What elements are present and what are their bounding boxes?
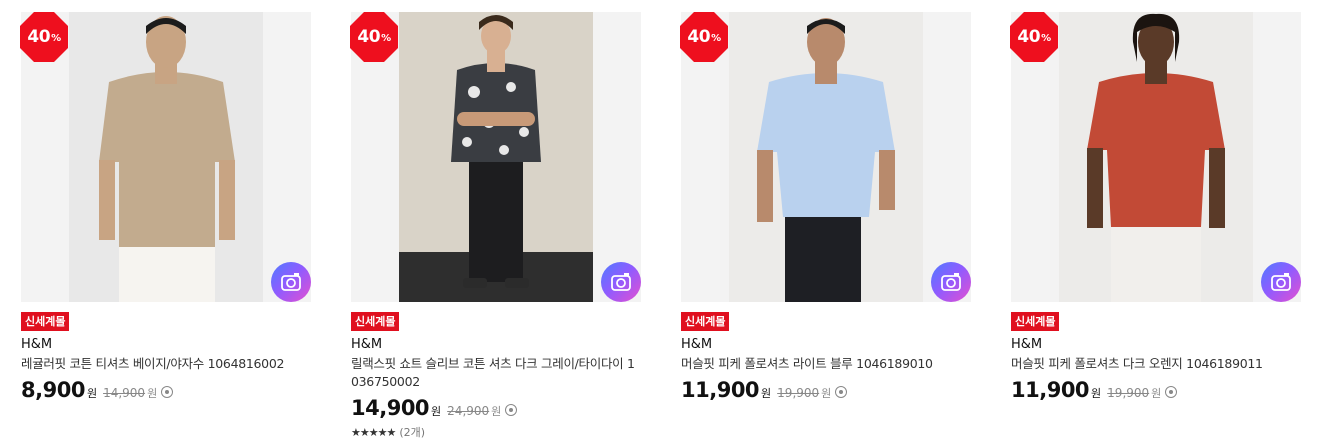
- store-tag: 신세계몰: [681, 312, 730, 331]
- discount-value: 40: [687, 27, 711, 47]
- product-card[interactable]: 40% 신세계몰 H&M 머슬핏 피케 폴로셔츠 라이트 블루 10461890…: [680, 12, 971, 402]
- discount-badge: 40%: [680, 12, 728, 62]
- price-info-icon[interactable]: [835, 386, 848, 398]
- store-tag: 신세계몰: [351, 312, 400, 331]
- store-tag: 신세계몰: [1011, 312, 1060, 331]
- original-currency: 원: [821, 387, 832, 400]
- original-price: 24,900: [447, 404, 490, 418]
- price-row: 14,900 원 24,900 원: [351, 396, 641, 420]
- product-brand[interactable]: H&M: [681, 337, 971, 352]
- store-tag: 신세계몰: [21, 312, 70, 331]
- camera-icon: [281, 273, 301, 291]
- discount-value: 40: [1017, 27, 1041, 47]
- discount-unit: %: [711, 33, 721, 44]
- product-image-area[interactable]: 40%: [680, 12, 971, 302]
- camera-icon: [1271, 273, 1291, 291]
- original-currency: 원: [1151, 387, 1162, 400]
- currency: 원: [761, 387, 772, 400]
- camera-icon: [611, 273, 631, 291]
- product-brand[interactable]: H&M: [1011, 337, 1301, 352]
- original-price: 14,900: [103, 386, 146, 400]
- product-brand[interactable]: H&M: [351, 337, 641, 352]
- price-info-icon[interactable]: [505, 404, 518, 416]
- product-name[interactable]: 머슬핏 피케 폴로셔츠 라이트 블루 1046189010: [681, 355, 971, 373]
- camera-search-button[interactable]: [1261, 262, 1301, 302]
- product-card[interactable]: 40% 신세계몰 H&M 머슬핏 피케 폴로셔츠 다크 오렌지 10461890…: [1010, 12, 1301, 402]
- product-photo[interactable]: [729, 12, 923, 302]
- currency: 원: [431, 405, 442, 418]
- price-row: 8,900 원 14,900 원: [21, 378, 311, 402]
- camera-search-button[interactable]: [601, 262, 641, 302]
- currency: 원: [1091, 387, 1102, 400]
- discount-unit: %: [1041, 33, 1051, 44]
- sale-price: 8,900: [21, 378, 85, 402]
- original-price: 19,900: [1107, 386, 1150, 400]
- sale-price: 11,900: [681, 378, 760, 402]
- original-currency: 원: [147, 387, 158, 400]
- discount-unit: %: [51, 33, 61, 44]
- product-card[interactable]: 40% 신세계몰 H&M 레귤러핏 코튼 티셔츠 베이지/야자수 1064816…: [20, 12, 311, 402]
- discount-unit: %: [381, 33, 391, 44]
- product-photo[interactable]: [399, 12, 593, 302]
- sale-price: 14,900: [351, 396, 430, 420]
- price-row: 11,900 원 19,900 원: [1011, 378, 1301, 402]
- product-image-area[interactable]: 40%: [350, 12, 641, 302]
- rating-stars: ★★★★★: [351, 425, 396, 438]
- camera-icon: [941, 273, 961, 291]
- product-brand[interactable]: H&M: [21, 337, 311, 352]
- price-info-icon[interactable]: [161, 386, 174, 398]
- original-price: 19,900: [777, 386, 820, 400]
- product-grid: 40% 신세계몰 H&M 레귤러핏 코튼 티셔츠 베이지/야자수 1064816…: [0, 0, 1317, 438]
- price-info-icon[interactable]: [1165, 386, 1178, 398]
- product-card[interactable]: 40% 신세계몰 H&M 릴랙스핏 쇼트 슬리브 코튼 셔츠 다크 그레이/타이…: [350, 12, 641, 438]
- product-rating[interactable]: ★★★★★ (2개): [351, 424, 641, 438]
- camera-search-button[interactable]: [931, 262, 971, 302]
- product-image-area[interactable]: 40%: [1010, 12, 1301, 302]
- discount-badge: 40%: [1010, 12, 1058, 62]
- discount-value: 40: [357, 27, 381, 47]
- product-name[interactable]: 레귤러핏 코튼 티셔츠 베이지/야자수 1064816002: [21, 355, 311, 373]
- product-name[interactable]: 머슬핏 피케 폴로셔츠 다크 오렌지 1046189011: [1011, 355, 1301, 373]
- review-count: (2개): [399, 426, 426, 438]
- product-photo[interactable]: [69, 12, 263, 302]
- product-image-area[interactable]: 40%: [20, 12, 311, 302]
- discount-value: 40: [27, 27, 51, 47]
- product-name[interactable]: 릴랙스핏 쇼트 슬리브 코튼 셔츠 다크 그레이/타이다이 1036750002: [351, 355, 641, 391]
- sale-price: 11,900: [1011, 378, 1090, 402]
- discount-badge: 40%: [350, 12, 398, 62]
- original-currency: 원: [491, 405, 502, 418]
- discount-badge: 40%: [20, 12, 68, 62]
- camera-search-button[interactable]: [271, 262, 311, 302]
- price-row: 11,900 원 19,900 원: [681, 378, 971, 402]
- currency: 원: [86, 387, 98, 400]
- product-photo[interactable]: [1059, 12, 1253, 302]
